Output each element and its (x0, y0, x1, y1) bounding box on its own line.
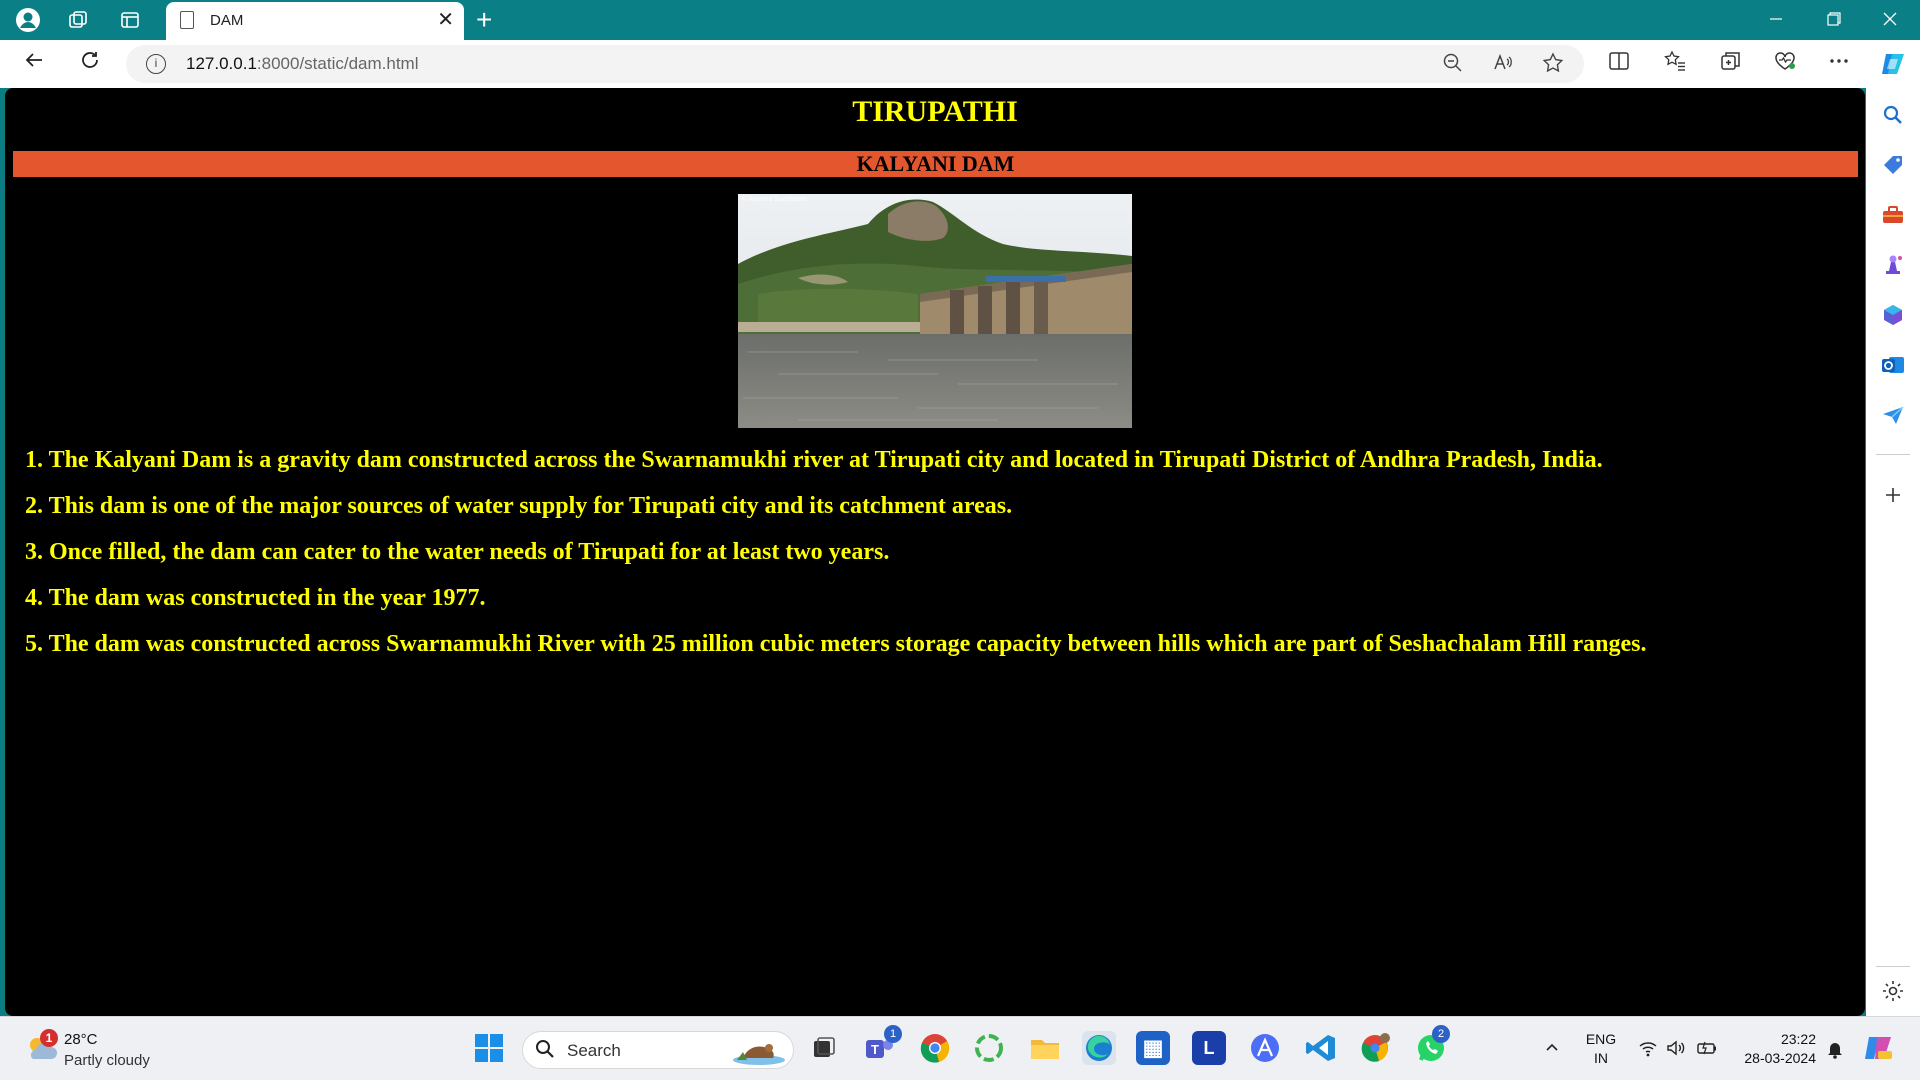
file-explorer-icon[interactable] (1028, 1031, 1062, 1065)
weather-condition[interactable]: Partly cloudy (64, 1052, 150, 1069)
favorites-icon[interactable] (1660, 50, 1690, 80)
favorite-star-icon[interactable] (1540, 52, 1566, 80)
list-item: 4. The dam was constructed in the year 1… (25, 585, 486, 611)
show-hidden-icons-icon[interactable] (1544, 1039, 1560, 1060)
browser-essentials-icon[interactable] (1770, 50, 1800, 80)
site-info-icon[interactable]: i (146, 54, 166, 74)
refresh-button[interactable] (74, 48, 106, 80)
whatsapp-badge: 2 (1432, 1025, 1450, 1043)
dam-name-banner: KALYANI DAM (13, 151, 1858, 177)
minimize-button[interactable] (1756, 6, 1796, 34)
sidebar-divider (1876, 966, 1910, 967)
copilot-preview-icon[interactable] (1864, 1033, 1894, 1068)
language-code: ENG (1585, 1031, 1617, 1047)
read-aloud-icon[interactable] (1490, 52, 1516, 80)
edge-sidebar (1866, 88, 1920, 1016)
page-viewport: TIRUPATHI KALYANI DAM © Aravind Sundaram… (5, 88, 1865, 1016)
tab-actions-icon[interactable] (116, 6, 144, 34)
restore-button[interactable] (1814, 6, 1854, 34)
list-item: 1. The Kalyani Dam is a gravity dam cons… (25, 447, 1603, 473)
outlook-icon[interactable] (1880, 352, 1906, 378)
chrome-icon[interactable] (918, 1031, 952, 1065)
url-path: :8000/static/dam.html (256, 54, 419, 73)
address-bar[interactable]: i 127.0.0.1:8000/static/dam.html (126, 45, 1584, 83)
search-icon (535, 1039, 555, 1065)
split-screen-icon[interactable] (1604, 50, 1634, 80)
tools-icon[interactable] (1880, 202, 1906, 228)
app-l-icon[interactable]: L (1192, 1031, 1226, 1065)
photo-credit: © Aravind Sundaram (742, 195, 807, 203)
search-highlight-illustration (729, 1036, 789, 1071)
volume-icon[interactable] (1666, 1039, 1686, 1062)
weather-alert-badge: 1 (40, 1029, 58, 1047)
zoom-out-icon[interactable] (1440, 52, 1466, 80)
tab-title: DAM (210, 12, 244, 29)
sidebar-divider (1876, 454, 1910, 455)
list-item: 2. This dam is one of the major sources … (25, 493, 1013, 519)
chrome-profile-icon[interactable] (1358, 1031, 1392, 1065)
collections-icon[interactable] (1716, 50, 1746, 80)
taskbar-search[interactable]: Search (522, 1031, 794, 1069)
clock-time: 23:22 (1780, 1031, 1816, 1047)
drop-send-icon[interactable] (1880, 402, 1906, 428)
notifications-bell-icon[interactable] (1826, 1039, 1844, 1064)
list-item: 5. The dam was constructed across Swarna… (25, 631, 1647, 657)
start-button[interactable] (472, 1031, 506, 1065)
list-item: 3. Once filled, the dam can cater to the… (25, 539, 890, 565)
profile-icon[interactable] (14, 6, 42, 34)
document-icon (180, 11, 194, 29)
close-window-button[interactable] (1870, 6, 1910, 34)
navigation-bar: i 127.0.0.1:8000/static/dam.html (0, 40, 1920, 88)
battery-icon[interactable] (1696, 1039, 1718, 1062)
vscode-icon[interactable] (1304, 1031, 1338, 1065)
store-icon[interactable]: ▦ (1136, 1031, 1170, 1065)
kalyani-dam-photo: © Aravind Sundaram (738, 194, 1132, 428)
region-code: IN (1594, 1050, 1608, 1066)
clock[interactable]: 23:22 28-03-2024 (1736, 1031, 1816, 1066)
more-options-icon[interactable] (1824, 50, 1854, 80)
url-host: 127.0.0.1 (186, 54, 257, 73)
copilot-icon[interactable] (1878, 50, 1908, 86)
add-icon[interactable] (1880, 482, 1906, 508)
title-bar: DAM ✕ + (0, 0, 1920, 40)
clock-date: 28-03-2024 (1744, 1050, 1816, 1066)
sync-app-icon[interactable] (972, 1031, 1006, 1065)
task-view-icon[interactable] (806, 1031, 840, 1065)
close-tab-icon[interactable]: ✕ (437, 8, 454, 32)
search-label: Search (567, 1041, 621, 1060)
new-tab-button[interactable]: + (476, 4, 492, 36)
workspaces-icon[interactable] (64, 6, 92, 34)
weather-temperature[interactable]: 28°C (64, 1031, 98, 1048)
svg-text:T: T (871, 1042, 879, 1057)
shopping-tag-icon[interactable] (1880, 152, 1906, 178)
dam-facts-list: 1. The Kalyani Dam is a gravity dam cons… (25, 444, 1855, 674)
search-icon[interactable] (1880, 102, 1906, 128)
tab-dam[interactable]: DAM ✕ (166, 2, 464, 40)
url-text[interactable]: 127.0.0.1:8000/static/dam.html (186, 54, 418, 74)
page-heading: TIRUPATHI (852, 95, 1018, 128)
edge-icon[interactable] (1082, 1031, 1116, 1065)
taskbar: 1 28°C Partly cloudy Search T 1 ▦ L 2 EN… (0, 1016, 1920, 1080)
back-button[interactable] (18, 48, 50, 80)
wifi-icon[interactable] (1638, 1039, 1658, 1062)
microsoft-365-icon[interactable] (1880, 302, 1906, 328)
language-indicator[interactable]: ENG IN (1584, 1031, 1618, 1066)
app-a-icon[interactable] (1248, 1031, 1282, 1065)
sidebar-settings-icon[interactable] (1880, 978, 1906, 1004)
games-icon[interactable] (1880, 252, 1906, 278)
teams-badge: 1 (884, 1025, 902, 1043)
